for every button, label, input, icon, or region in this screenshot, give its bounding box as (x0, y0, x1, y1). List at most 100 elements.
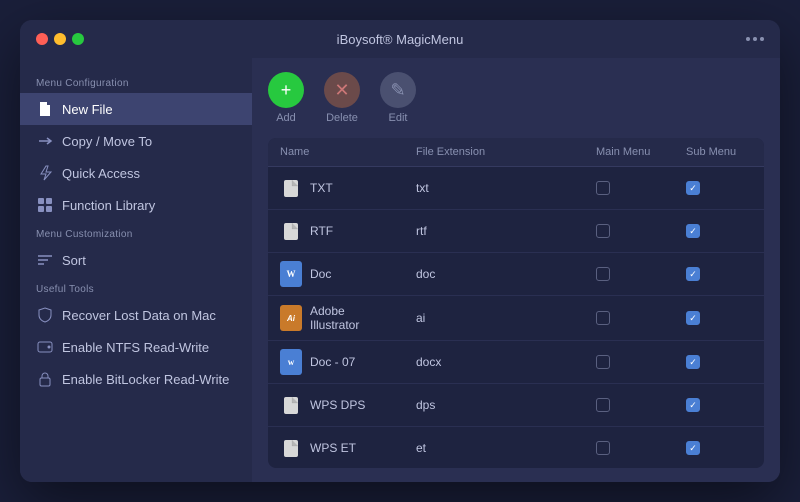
add-button-icon: + (268, 72, 304, 108)
sidebar-item-recover[interactable]: Recover Lost Data on Mac (20, 299, 252, 331)
sub-menu-checkbox[interactable] (686, 181, 700, 195)
lock-icon (36, 370, 54, 388)
cell-extension: et (404, 433, 584, 463)
cell-main-menu (584, 390, 674, 420)
table-row[interactable]: W Doc doc (268, 253, 764, 296)
file-extension: dps (416, 398, 435, 412)
sidebar-item-bitlocker-label: Enable BitLocker Read-Write (62, 372, 229, 387)
menu-dots[interactable] (746, 37, 764, 41)
cell-name: W Doc (268, 253, 404, 295)
sidebar-item-function-library-label: Function Library (62, 198, 155, 213)
cell-name: w Doc - 07 (268, 341, 404, 383)
sidebar-item-recover-label: Recover Lost Data on Mac (62, 308, 216, 323)
table-body: TXT txt RTF rtf W Doc doc (268, 167, 764, 468)
cell-name: RTF (268, 210, 404, 252)
cell-main-menu (584, 173, 674, 203)
file-name: WPS ET (310, 441, 356, 455)
cell-main-menu (584, 347, 674, 377)
main-menu-checkbox[interactable] (596, 267, 610, 281)
sub-menu-checkbox[interactable] (686, 441, 700, 455)
main-menu-checkbox[interactable] (596, 355, 610, 369)
file-table: Name File Extension Main Menu Sub Menu T… (268, 138, 764, 468)
sidebar-item-bitlocker[interactable]: Enable BitLocker Read-Write (20, 363, 252, 395)
window-title: iBoysoft® MagicMenu (337, 32, 464, 47)
sub-menu-checkbox[interactable] (686, 398, 700, 412)
sidebar-item-quick-access[interactable]: Quick Access (20, 157, 252, 189)
sidebar-item-ntfs[interactable]: Enable NTFS Read-Write (20, 331, 252, 363)
section-label-menu-config: Menu Configuration (20, 70, 252, 93)
section-label-useful-tools: Useful Tools (20, 276, 252, 299)
sub-menu-checkbox[interactable] (686, 224, 700, 238)
table-row[interactable]: w Doc - 07 docx (268, 341, 764, 384)
close-button[interactable] (36, 33, 48, 45)
file-extension: txt (416, 181, 429, 195)
cell-extension: doc (404, 259, 584, 289)
main-menu-checkbox[interactable] (596, 181, 610, 195)
sidebar-item-function-library[interactable]: Function Library (20, 189, 252, 221)
delete-button[interactable]: ✕ Delete (324, 72, 360, 124)
dot-1 (746, 37, 750, 41)
file-extension: et (416, 441, 426, 455)
app-window: iBoysoft® MagicMenu Menu Configuration N… (20, 20, 780, 482)
disk-icon (36, 338, 54, 356)
sort-icon (36, 251, 54, 269)
main-menu-checkbox[interactable] (596, 224, 610, 238)
content-area: Menu Configuration New File Copy / Move … (20, 58, 780, 482)
cell-name: Ai Adobe Illustrator (268, 296, 404, 340)
table-row[interactable]: TXT txt (268, 167, 764, 210)
traffic-lights (36, 33, 84, 45)
cell-extension: docx (404, 347, 584, 377)
cell-extension: ai (404, 303, 584, 333)
dot-3 (760, 37, 764, 41)
sub-menu-checkbox[interactable] (686, 355, 700, 369)
cell-sub-menu (674, 173, 764, 203)
edit-button-icon: ✎ (380, 72, 416, 108)
file-extension: docx (416, 355, 441, 369)
file-type-icon (280, 392, 302, 418)
file-name: RTF (310, 224, 333, 238)
sidebar-item-copy-move[interactable]: Copy / Move To (20, 125, 252, 157)
col-header-extension: File Extension (404, 138, 584, 166)
titlebar: iBoysoft® MagicMenu (20, 20, 780, 58)
cell-extension: txt (404, 173, 584, 203)
sidebar-item-quick-access-label: Quick Access (62, 166, 140, 181)
sidebar-item-new-file-label: New File (62, 102, 113, 117)
table-row[interactable]: Ai Adobe Illustrator ai (268, 296, 764, 341)
arrow-icon (36, 132, 54, 150)
cell-sub-menu (674, 303, 764, 333)
col-header-sub-menu: Sub Menu (674, 138, 764, 166)
file-type-icon (280, 218, 302, 244)
file-type-icon (280, 435, 302, 461)
file-extension: ai (416, 311, 425, 325)
table-row[interactable]: RTF rtf (268, 210, 764, 253)
table-row[interactable]: WPS DPS dps (268, 384, 764, 427)
cell-sub-menu (674, 347, 764, 377)
minimize-button[interactable] (54, 33, 66, 45)
cell-name: WPS ET (268, 427, 404, 468)
add-button[interactable]: + Add (268, 72, 304, 124)
file-name: WPS DPS (310, 398, 365, 412)
sidebar-item-sort-label: Sort (62, 253, 86, 268)
main-menu-checkbox[interactable] (596, 311, 610, 325)
shield-icon (36, 306, 54, 324)
file-name: Adobe Illustrator (310, 304, 392, 332)
table-row[interactable]: WPS ET et (268, 427, 764, 468)
add-button-label: Add (276, 112, 296, 124)
cell-main-menu (584, 216, 674, 246)
sidebar-item-new-file[interactable]: New File (20, 93, 252, 125)
cell-extension: rtf (404, 216, 584, 246)
cell-main-menu (584, 259, 674, 289)
sub-menu-checkbox[interactable] (686, 311, 700, 325)
sub-menu-checkbox[interactable] (686, 267, 700, 281)
file-name: Doc (310, 267, 331, 281)
grid-icon (36, 196, 54, 214)
maximize-button[interactable] (72, 33, 84, 45)
cell-sub-menu (674, 259, 764, 289)
main-menu-checkbox[interactable] (596, 441, 610, 455)
sidebar: Menu Configuration New File Copy / Move … (20, 58, 252, 482)
sidebar-item-sort[interactable]: Sort (20, 244, 252, 276)
edit-button[interactable]: ✎ Edit (380, 72, 416, 124)
file-type-icon (280, 175, 302, 201)
main-menu-checkbox[interactable] (596, 398, 610, 412)
lightning-icon (36, 164, 54, 182)
